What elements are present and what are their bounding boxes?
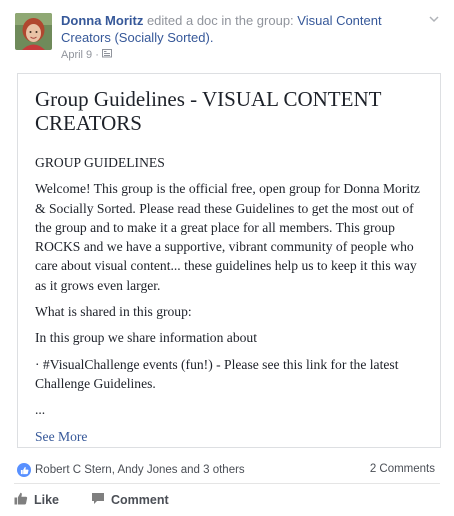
comment-icon	[91, 492, 105, 508]
group-audience-icon	[101, 48, 112, 61]
comment-label: Comment	[111, 493, 169, 507]
doc-ellipsis: ...	[35, 402, 46, 418]
post-date[interactable]: April 9	[61, 49, 92, 61]
like-button[interactable]: Like	[14, 492, 59, 508]
like-reaction-icon	[17, 463, 31, 477]
doc-title[interactable]: Group Guidelines - VISUAL CONTENT CREATO…	[35, 87, 415, 135]
like-label: Like	[34, 493, 60, 507]
divider	[14, 483, 440, 484]
action-text: edited a doc in the group:	[143, 13, 298, 28]
thumbs-up-icon	[14, 492, 28, 508]
chevron-down-icon[interactable]	[428, 12, 440, 24]
comments-count[interactable]: 2 Comments	[370, 463, 435, 475]
doc-paragraph: · #VisualChallenge events (fun!) - Pleas…	[35, 356, 399, 391]
doc-heading: GROUP GUIDELINES	[35, 155, 165, 170]
reactions-text: Robert C Stern, Andy Jones and 3 others	[35, 464, 245, 476]
post-meta: April 9 ·	[61, 48, 112, 61]
meta-separator: ·	[95, 48, 99, 61]
doc-preview[interactable]: Group Guidelines - VISUAL CONTENT CREATO…	[17, 73, 441, 448]
doc-paragraph: What is shared in this group:	[35, 304, 192, 320]
post-card: Donna Moritz edited a doc in the group: …	[0, 0, 454, 516]
avatar[interactable]	[15, 13, 52, 50]
doc-body: GROUP GUIDELINES Welcome! This group is …	[35, 153, 427, 453]
see-more-link[interactable]: See More	[35, 427, 427, 446]
doc-paragraph: In this group we share information about	[35, 330, 257, 346]
post-header: Donna Moritz edited a doc in the group: …	[61, 12, 421, 46]
reactions-summary[interactable]: Robert C Stern, Andy Jones and 3 others	[17, 463, 245, 477]
doc-paragraph: Welcome! This group is the official free…	[35, 181, 420, 293]
action-bar: Like Comment	[14, 492, 169, 508]
author-link[interactable]: Donna Moritz	[61, 13, 143, 28]
comment-button[interactable]: Comment	[91, 492, 169, 508]
